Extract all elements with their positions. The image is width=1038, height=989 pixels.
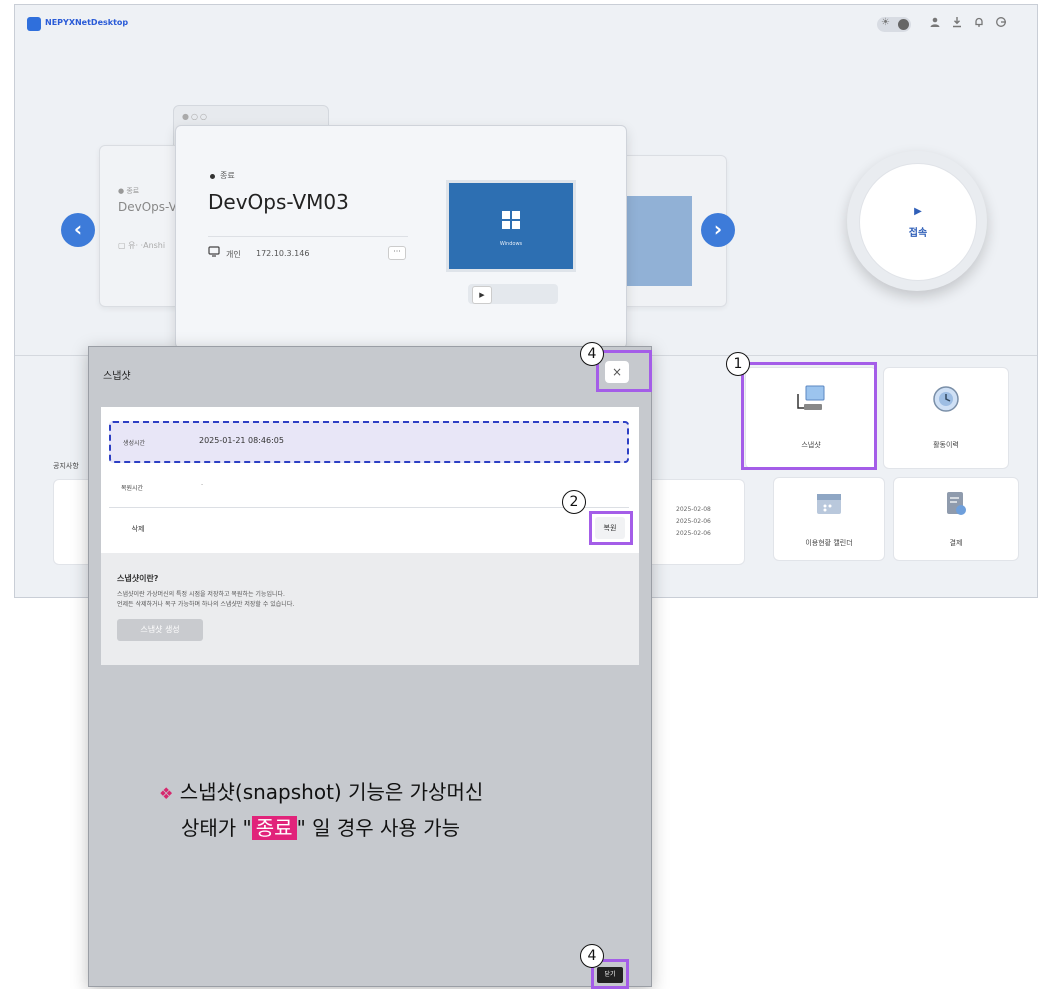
snapshot-modal: 스냅샷 × 생성시간 2025-01-21 08:46:05 복원시간 - 삭제… — [88, 346, 652, 989]
info-title: 스냅샷이란? — [117, 574, 159, 583]
toggle-knob — [898, 19, 909, 30]
carousel-next-button[interactable]: › — [701, 213, 735, 247]
annotation-line-1: ❖ 스냅샷(snapshot) 기능은 가상머신 — [159, 775, 619, 811]
restored-time-value: - — [201, 481, 204, 488]
vm-owner: 개인 — [226, 250, 241, 259]
play-button[interactable]: ▶ — [472, 286, 492, 304]
thumbnail-controls: ▶ — [468, 284, 558, 304]
vm-ip: 172.10.3.146 — [256, 249, 310, 258]
carousel-prev-button[interactable]: ‹ — [61, 213, 95, 247]
annotation-highlight: 종료 — [251, 816, 297, 840]
snapshot-info-section: 스냅샷이란? 스냅샷이란 가상머신의 특정 시점을 저장하고 복원하는 기능입니… — [101, 553, 639, 665]
annotation-pre: 상태가 " — [181, 816, 252, 840]
connect-button[interactable]: ▶ 접속 — [859, 163, 977, 281]
sun-icon: ☀ — [881, 17, 890, 28]
user-icon[interactable] — [929, 16, 941, 31]
snapshot-tile-highlight-box — [741, 362, 877, 470]
snapshot-row-created: 생성시간 2025-01-21 08:46:05 — [109, 421, 629, 463]
tile-payment[interactable]: 결제 — [893, 477, 1019, 561]
tile-label: 이용현황 캘린더 — [805, 539, 853, 547]
logo-icon — [27, 17, 41, 31]
tile-label: 결제 — [949, 539, 963, 547]
notice-date: 2025-02-08 — [676, 506, 711, 513]
bell-icon[interactable] — [973, 16, 985, 31]
monitor-icon — [208, 246, 220, 260]
payment-document-icon — [894, 490, 1018, 525]
restore-highlight-box — [589, 511, 633, 545]
callout-1: 1 — [726, 352, 750, 376]
snapshot-row-restored: 복원시간 - — [121, 477, 621, 501]
vm-name: DevOps-V — [118, 200, 177, 214]
snapshot-table: 생성시간 2025-01-21 08:46:05 복원시간 - 삭제 복원 — [101, 407, 639, 553]
created-time-value: 2025-01-21 08:46:05 — [199, 436, 284, 445]
callout-4: 4 — [580, 342, 604, 366]
vm-thumbnail — [622, 196, 692, 286]
restored-time-label: 복원시간 — [121, 485, 144, 492]
divider — [208, 236, 408, 237]
vm-name: DevOps-VM03 — [208, 190, 349, 214]
info-text: 언제든 삭제하거나 복구 가능하며 하나의 스냅샷만 저장할 수 있습니다. — [117, 601, 295, 608]
info-text: 스냅샷이란 가상머신의 특정 시점을 저장하고 복원하는 기능입니다. — [117, 591, 285, 598]
calendar-icon — [774, 490, 884, 523]
connect-label: 접속 — [908, 228, 928, 239]
history-icon — [884, 384, 1008, 421]
download-icon[interactable] — [951, 16, 963, 31]
tile-usage-calendar[interactable]: 이용현황 캘린더 — [773, 477, 885, 561]
annotation-text: ❖ 스냅샷(snapshot) 기능은 가상머신 상태가 " 종료 " 일 경우 사… — [159, 775, 619, 845]
os-label: Windows — [499, 241, 523, 247]
tile-activity-history[interactable]: 활동이력 — [883, 367, 1009, 469]
logout-icon[interactable] — [995, 16, 1007, 31]
divider — [109, 507, 629, 508]
created-time-label: 생성시간 — [123, 440, 146, 447]
status-dot-icon — [210, 174, 215, 179]
callout-4: 4 — [580, 944, 604, 968]
delete-button[interactable]: 삭제 — [121, 519, 155, 539]
notice-date: 2025-02-06 — [676, 518, 711, 525]
modal-title: 스냅샷 — [103, 371, 131, 382]
windows-logo-icon — [502, 211, 520, 229]
annotation-post: " 일 경우 사용 가능 — [296, 816, 461, 840]
tile-label: 활동이력 — [933, 441, 959, 449]
top-bar: NEPYXNetDesktop ☀ — [15, 5, 1037, 41]
play-icon: ▶ — [914, 206, 922, 217]
annotation-line-1-text: 스냅샷(snapshot) 기능은 가상머신 — [179, 780, 484, 804]
theme-toggle[interactable]: ☀ — [877, 17, 911, 32]
vm-meta: ▢ 유· ·Anshi — [118, 241, 166, 250]
logo-text: NEPYXNetDesktop — [45, 18, 129, 27]
close-icon-highlight-box — [596, 350, 652, 392]
annotation-line-2: 상태가 " 종료 " 일 경우 사용 가능 — [159, 811, 619, 845]
callout-2: 2 — [562, 490, 586, 514]
vm-status: ● 종료 — [118, 187, 140, 195]
more-options-button[interactable]: ··· — [388, 246, 406, 260]
diamond-icon: ❖ — [159, 784, 174, 803]
notice-date: 2025-02-06 — [676, 530, 711, 537]
vm-card-active[interactable]: 종료 DevOps-VM03 개인 172.10.3.146 ··· Windo… — [175, 125, 627, 349]
notice-label: 공지사항 — [53, 462, 79, 470]
vm-screen-thumbnail[interactable]: Windows — [446, 180, 576, 272]
vm-status: 종료 — [220, 171, 235, 180]
create-snapshot-button[interactable]: 스냅샷 생성 — [117, 619, 203, 641]
